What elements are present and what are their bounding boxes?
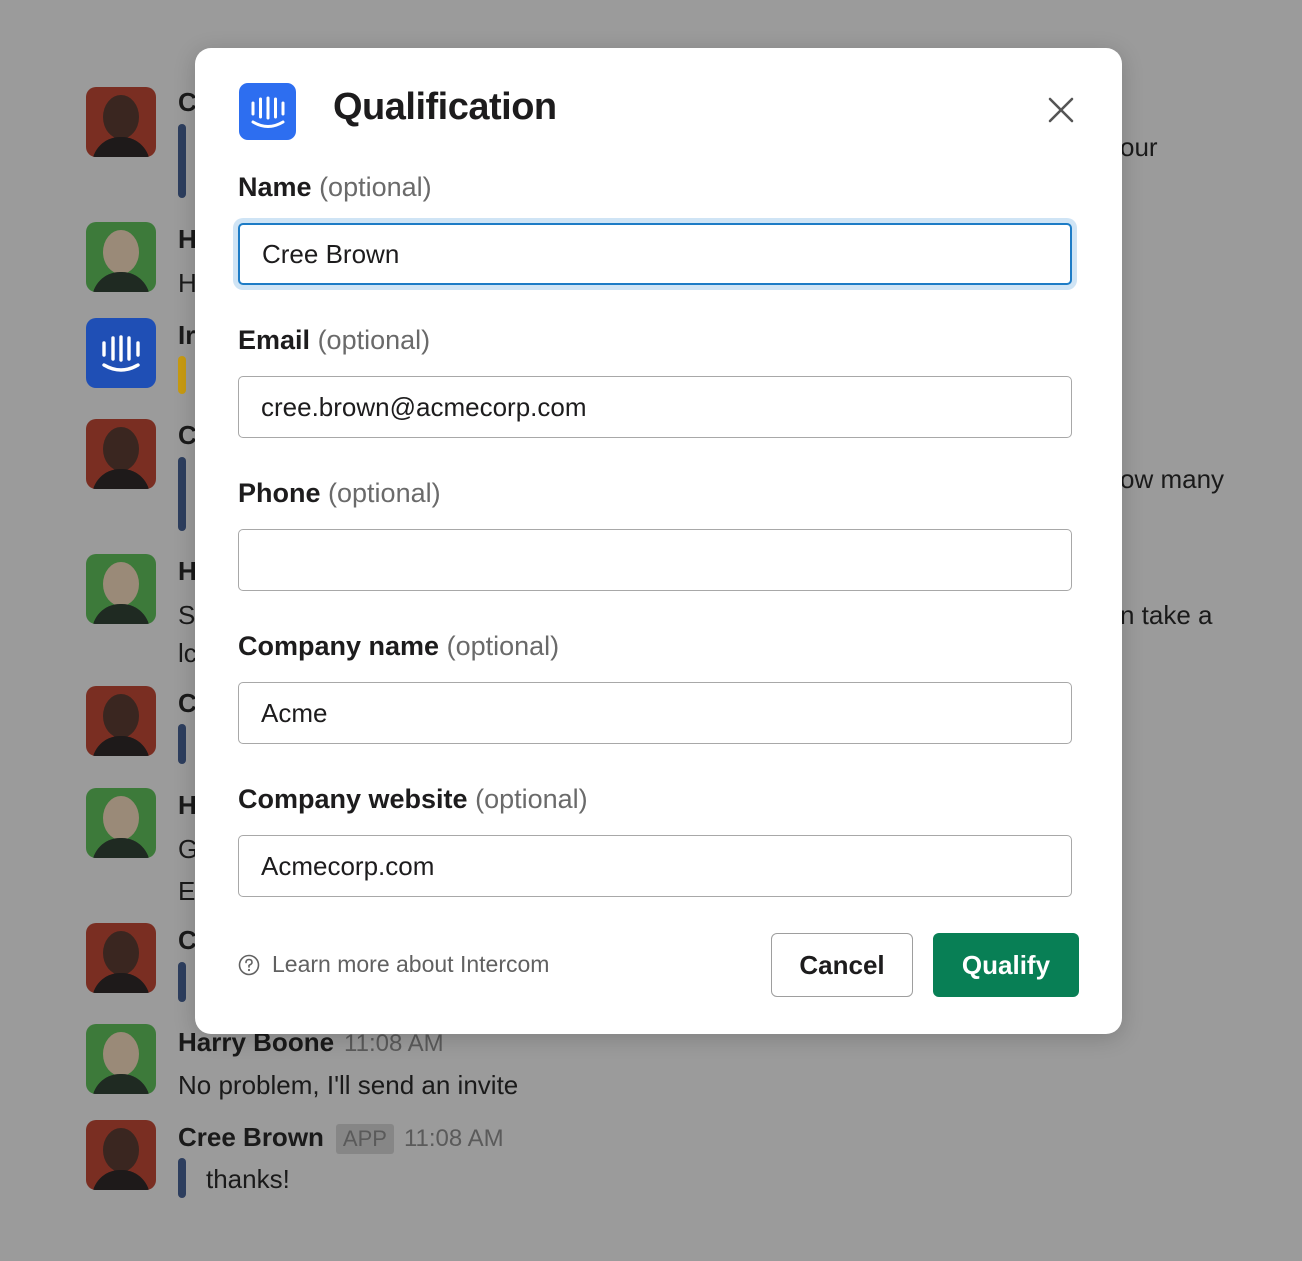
avatar	[86, 788, 156, 858]
optional-hint: (optional)	[317, 325, 431, 355]
help-circle-icon	[238, 954, 260, 975]
optional-hint: (optional)	[319, 172, 432, 202]
avatar	[86, 222, 156, 292]
field-label-text: Name	[238, 172, 312, 202]
message-author: C	[178, 87, 197, 117]
quote-bar	[178, 962, 186, 1002]
message-author: C	[178, 925, 197, 955]
message-author: H	[178, 556, 197, 586]
intercom-logo-icon	[251, 96, 284, 128]
quote-bar	[178, 457, 186, 531]
avatar	[86, 1024, 156, 1094]
message-author: Ir	[178, 320, 196, 350]
phone-label: Phone (optional)	[238, 478, 441, 509]
quote-bar	[178, 1158, 186, 1198]
message-text-fragment: S	[178, 600, 196, 630]
message-text-fragment: H	[178, 268, 197, 298]
field-label-text: Email	[238, 325, 311, 355]
message-time: 11:08 AM	[344, 1030, 444, 1057]
avatar	[86, 1120, 156, 1190]
learn-more-link[interactable]: Learn more about Intercom	[238, 951, 549, 978]
name-input[interactable]	[238, 223, 1072, 285]
message-text-fragment: lc	[178, 638, 197, 668]
cancel-button[interactable]: Cancel	[771, 933, 913, 997]
qualify-button[interactable]: Qualify	[933, 933, 1079, 997]
message-author: H	[178, 790, 197, 820]
qualification-modal: Qualification Name (optional) Email (opt…	[195, 48, 1122, 1034]
quote-bar	[178, 724, 186, 764]
message-author: C	[178, 688, 197, 718]
company-website-input[interactable]	[238, 835, 1072, 897]
intercom-logo-icon	[102, 335, 140, 372]
company-name-label: Company name (optional)	[238, 631, 559, 662]
avatar	[86, 554, 156, 624]
field-label-text: Company website	[238, 784, 468, 814]
optional-hint: (optional)	[328, 478, 441, 508]
app-badge: APP	[335, 1124, 394, 1154]
intercom-app-avatar	[86, 318, 156, 388]
message-text: thanks!	[206, 1164, 290, 1194]
learn-more-text: Learn more about Intercom	[272, 951, 550, 977]
message-text-fragment: ow many	[1120, 464, 1225, 494]
optional-hint: (optional)	[446, 631, 560, 661]
message-time: 11:08 AM	[403, 1125, 504, 1152]
message-text-fragment: E	[178, 876, 196, 906]
message-author: C	[178, 420, 197, 450]
email-label: Email (optional)	[238, 325, 430, 356]
message-header: Cree Brown APP 11:08 AM	[178, 1122, 504, 1154]
company-name-input[interactable]	[238, 682, 1072, 744]
close-button[interactable]	[1041, 90, 1081, 130]
message-text-fragment: our	[1120, 132, 1158, 162]
message-text: No problem, I'll send an invite	[178, 1070, 519, 1100]
message-author: Cree Brown	[178, 1122, 324, 1152]
close-icon	[1048, 97, 1074, 123]
optional-hint: (optional)	[475, 784, 588, 814]
avatar	[86, 87, 156, 157]
name-label: Name (optional)	[238, 172, 432, 203]
message-author: H	[178, 224, 197, 254]
avatar	[86, 686, 156, 756]
modal-title: Qualification	[333, 86, 557, 128]
avatar	[86, 419, 156, 489]
phone-input[interactable]	[238, 529, 1072, 591]
intercom-logo	[239, 83, 296, 140]
company-website-label: Company website (optional)	[238, 784, 588, 815]
field-label-text: Company name	[238, 631, 440, 661]
email-input[interactable]	[238, 376, 1072, 438]
message-text-fragment: n take a	[1120, 600, 1213, 630]
field-label-text: Phone	[238, 478, 321, 508]
avatar	[86, 923, 156, 993]
quote-bar	[178, 356, 186, 394]
quote-bar	[178, 124, 186, 198]
